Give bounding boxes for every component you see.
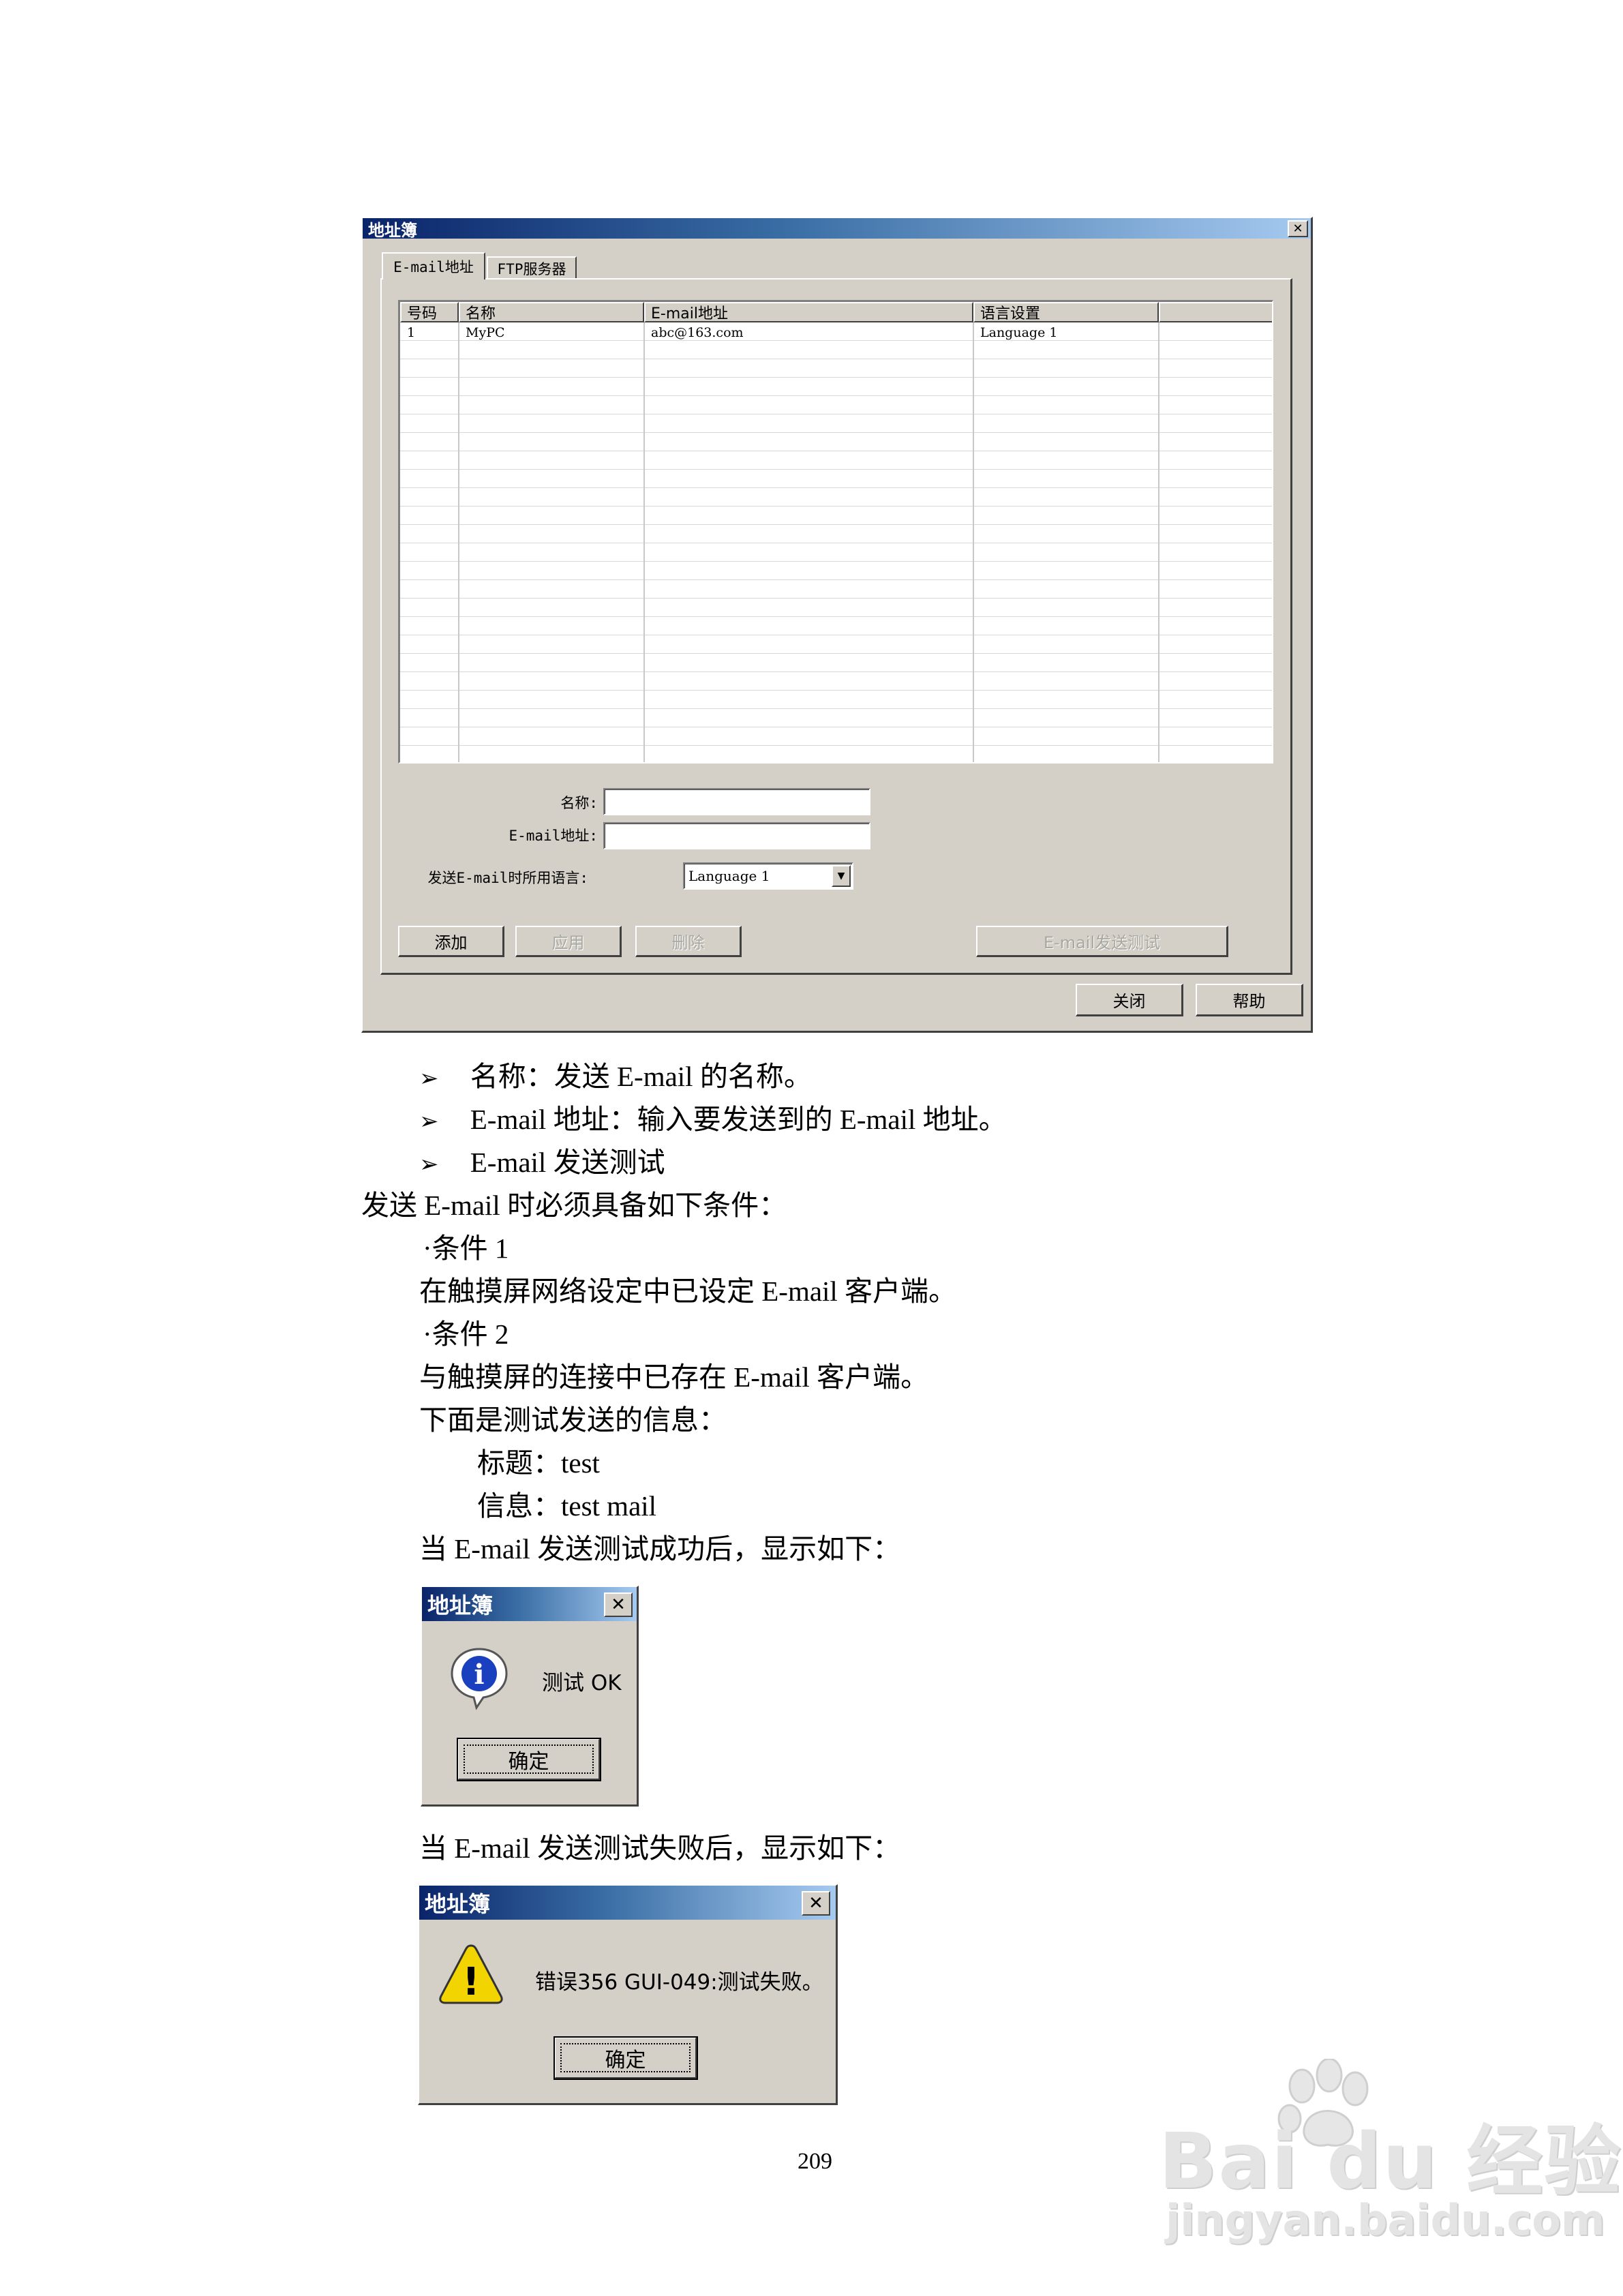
table-row[interactable]: 1 MyPC abc@163.com Language 1 [400, 323, 1272, 342]
cell-email: abc@163.com [651, 324, 744, 340]
close-icon: ✕ [611, 1595, 626, 1615]
column-header-email[interactable]: E-mail地址 [644, 302, 973, 322]
failure-ok-button[interactable]: 确定 [553, 2036, 698, 2080]
language-select-value: Language 1 [688, 868, 770, 884]
tab-ftp-server-label: FTP服务器 [497, 261, 566, 277]
failure-title-bar[interactable]: 地址簿 [419, 1886, 836, 1920]
address-table[interactable]: 号码 名称 E-mail地址 语言设置 1 MyPC abc@163.com L… [398, 300, 1273, 764]
bullet-arrow-icon: ➢ [419, 1108, 439, 1135]
cell-name: MyPC [466, 324, 505, 340]
column-header-number[interactable]: 号码 [400, 302, 459, 322]
add-button[interactable]: 添加 [398, 926, 504, 957]
intro-text: 发送 E-mail 时必须具备如下条件： [361, 1190, 787, 1221]
language-label: 发送E-mail时所用语言: [427, 870, 588, 886]
failure-dialog: 地址簿 ✕ ! 错误356 GUI-049:测试失败。 确定 [418, 1884, 838, 2105]
bullet-item: ➢ E-mail 地址：输入要发送到的 E-mail 地址。 [419, 1104, 1007, 1135]
tab-email-address-label: E-mail地址 [393, 259, 474, 275]
language-select[interactable]: Language 1 ▼ [683, 862, 853, 890]
column-divider [458, 322, 459, 762]
address-book-dialog: 地址簿 ✕ E-mail地址 FTP服务器 号码 名称 E-mail地址 语言设… [361, 217, 1313, 1033]
success-dialog-title: 地址簿 [427, 1592, 494, 1618]
close-icon: ✕ [1292, 221, 1303, 236]
watermark-url: jingyan.baidu.com [1166, 2195, 1605, 2245]
test-subject: 标题：test [477, 1447, 600, 1479]
success-close-button[interactable]: ✕ [604, 1592, 633, 1617]
column-divider [973, 322, 974, 762]
title-bar[interactable]: 地址簿 [363, 218, 1311, 240]
dialog-title: 地址簿 [368, 220, 417, 240]
email-label: E-mail地址: [509, 828, 598, 844]
failure-message: 错误356 GUI-049:测试失败。 [535, 1970, 823, 1995]
test-message: 信息：test mail [477, 1490, 657, 1522]
info-icon: i [451, 1648, 508, 1710]
warning-icon-glyph: ! [462, 1960, 480, 2004]
page-number: 209 [798, 2149, 832, 2174]
success-message: 测试 OK [542, 1671, 622, 1695]
watermark-brand: Bai du 经验 [1159, 2117, 1622, 2206]
close-icon: ✕ [808, 1893, 823, 1914]
success-intro-text: 当 E-mail 发送测试成功后，显示如下： [419, 1533, 901, 1565]
name-label: 名称: [560, 795, 598, 811]
delete-button[interactable]: 删除 [635, 926, 742, 957]
fail-intro-text: 当 E-mail 发送测试失败后，显示如下： [419, 1832, 901, 1864]
success-ok-button[interactable]: 确定 [457, 1738, 601, 1781]
bullet-arrow-icon: ➢ [419, 1065, 439, 1092]
bullet-item: ➢ E-mail 发送测试 [419, 1147, 665, 1178]
column-header-extra[interactable] [1159, 302, 1272, 322]
close-button[interactable]: 关闭 [1076, 984, 1183, 1016]
column-divider [643, 322, 645, 762]
help-button[interactable]: 帮助 [1196, 984, 1303, 1016]
apply-button[interactable]: 应用 [515, 926, 622, 957]
test-intro-text: 下面是测试发送的信息： [419, 1404, 727, 1436]
bullet-arrow-icon: ➢ [419, 1151, 439, 1178]
condition-2-text: 与触摸屏的连接中已存在 E-mail 客户端。 [419, 1361, 929, 1393]
close-x-button[interactable]: ✕ [1288, 220, 1308, 237]
tab-ftp-server[interactable]: FTP服务器 [487, 256, 577, 280]
email-test-button[interactable]: E-mail发送测试 [976, 926, 1228, 957]
table-header: 号码 名称 E-mail地址 语言设置 [400, 302, 1272, 322]
cell-extra [1159, 323, 1272, 342]
failure-close-button[interactable]: ✕ [802, 1891, 830, 1916]
condition-2-title: ·条件 2 [423, 1318, 509, 1350]
failure-dialog-title: 地址簿 [425, 1891, 491, 1917]
table-body [400, 322, 1272, 762]
info-icon-glyph: i [474, 1659, 484, 1691]
column-header-name[interactable]: 名称 [459, 302, 644, 322]
condition-1-text: 在触摸屏网络设定中已设定 E-mail 客户端。 [419, 1275, 957, 1307]
dropdown-arrow-icon[interactable]: ▼ [832, 865, 851, 887]
name-input[interactable] [603, 788, 870, 815]
column-header-language[interactable]: 语言设置 [973, 302, 1159, 322]
condition-1-title: ·条件 1 [423, 1233, 509, 1264]
cell-language: Language 1 [980, 324, 1058, 340]
column-divider [1158, 322, 1159, 762]
email-input[interactable] [603, 822, 870, 849]
tab-panel: 号码 名称 E-mail地址 语言设置 1 MyPC abc@163.com L… [380, 278, 1292, 975]
tab-email-address[interactable]: E-mail地址 [382, 252, 485, 280]
bullet-item: ➢ 名称：发送 E-mail 的名称。 [419, 1061, 812, 1092]
cell-number: 1 [407, 324, 416, 340]
success-dialog: 地址簿 ✕ i 测试 OK 确定 [421, 1586, 639, 1807]
warning-icon: ! [439, 1944, 503, 2004]
